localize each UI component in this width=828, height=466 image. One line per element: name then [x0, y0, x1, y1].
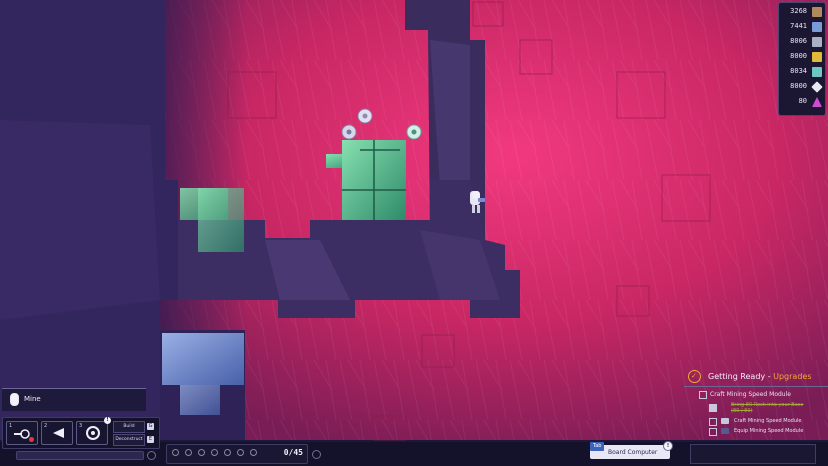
build-key: G: [147, 423, 154, 430]
resource-row: 3268: [779, 6, 825, 19]
flag-icon: [53, 428, 64, 438]
deconstruct-key: E: [147, 436, 154, 443]
drone-icon: [341, 124, 357, 140]
ore-teal-icon: [812, 67, 822, 77]
alert-badge: !: [104, 417, 111, 424]
ore-crystal-icon: [811, 81, 823, 93]
settings-icon[interactable]: [147, 451, 156, 460]
resource-row: 7441: [779, 21, 825, 34]
action-label: Mine: [24, 395, 41, 403]
quest-checkbox: [709, 428, 717, 436]
action-label-panel: Mine: [2, 388, 146, 411]
hotbar-slot-3[interactable]: 3 !: [76, 417, 111, 445]
module-slot-icon: [721, 428, 729, 434]
checkmark-icon: ✓: [691, 372, 697, 380]
drone-icon: [406, 124, 422, 140]
inventory-slot: [172, 449, 179, 456]
quest-checkbox: [709, 418, 717, 426]
deconstruct-button[interactable]: Deconstruct: [113, 434, 145, 446]
record-dot-icon: [29, 437, 34, 442]
ore-yellow-icon: [812, 52, 822, 62]
inventory-slot: [224, 449, 231, 456]
drill-disc-icon: [86, 426, 100, 440]
quest-objective: Equip Mining Speed Module: [734, 428, 804, 434]
quest-objective-progress: (80 / 80): [731, 408, 753, 414]
energy-bar: [16, 451, 144, 460]
resource-row: 80: [779, 96, 825, 109]
inventory-slot: [250, 449, 257, 456]
quest-objective: Craft Mining Speed Module: [734, 418, 802, 424]
resource-row: 8034: [779, 66, 825, 79]
ore-magenta-icon: [812, 97, 822, 107]
inventory-bar[interactable]: 0/45: [166, 444, 308, 464]
inventory-slot: [185, 449, 192, 456]
hotbar-slot-2[interactable]: 2: [41, 421, 73, 445]
blue-ore-block: [162, 333, 244, 385]
resource-row: 8000: [779, 51, 825, 64]
board-computer-label: Board Computer: [608, 449, 658, 456]
resource-row: 8006: [779, 36, 825, 49]
inventory-slot: [211, 449, 218, 456]
resource-row: 8000: [779, 81, 825, 94]
tab-key: Tab: [590, 442, 605, 451]
ore-gray-icon: [812, 37, 822, 47]
quest-objective: Craft Mining Speed Module: [710, 391, 791, 398]
alert-badge: !: [663, 441, 673, 451]
inventory-settings-icon[interactable]: [312, 450, 321, 459]
ore-blue-icon: [812, 22, 822, 32]
right-hud-bar: [690, 444, 816, 464]
ore-brown-icon: [812, 7, 822, 17]
quest-checkbox: [699, 391, 707, 399]
inventory-slot: [237, 449, 244, 456]
inventory-count: 0/45: [283, 448, 303, 457]
quest-title: Getting Ready - Upgrades: [708, 372, 812, 381]
hotbar: 1 2 3 ! Build G Deconstruct E: [2, 417, 160, 449]
inventory-slot: [198, 449, 205, 456]
drone-icon: [357, 108, 373, 124]
build-button[interactable]: Build: [113, 421, 145, 433]
resource-panel: 3268 7441 8006 8000 8034 8000 80: [778, 2, 826, 116]
quest-checkbox-checked: [709, 404, 717, 412]
board-computer-button[interactable]: Tab Board Computer !: [590, 441, 673, 459]
mouse-icon: [10, 393, 19, 406]
module-icon: [721, 418, 729, 424]
hotbar-slot-1[interactable]: 1: [6, 421, 38, 445]
